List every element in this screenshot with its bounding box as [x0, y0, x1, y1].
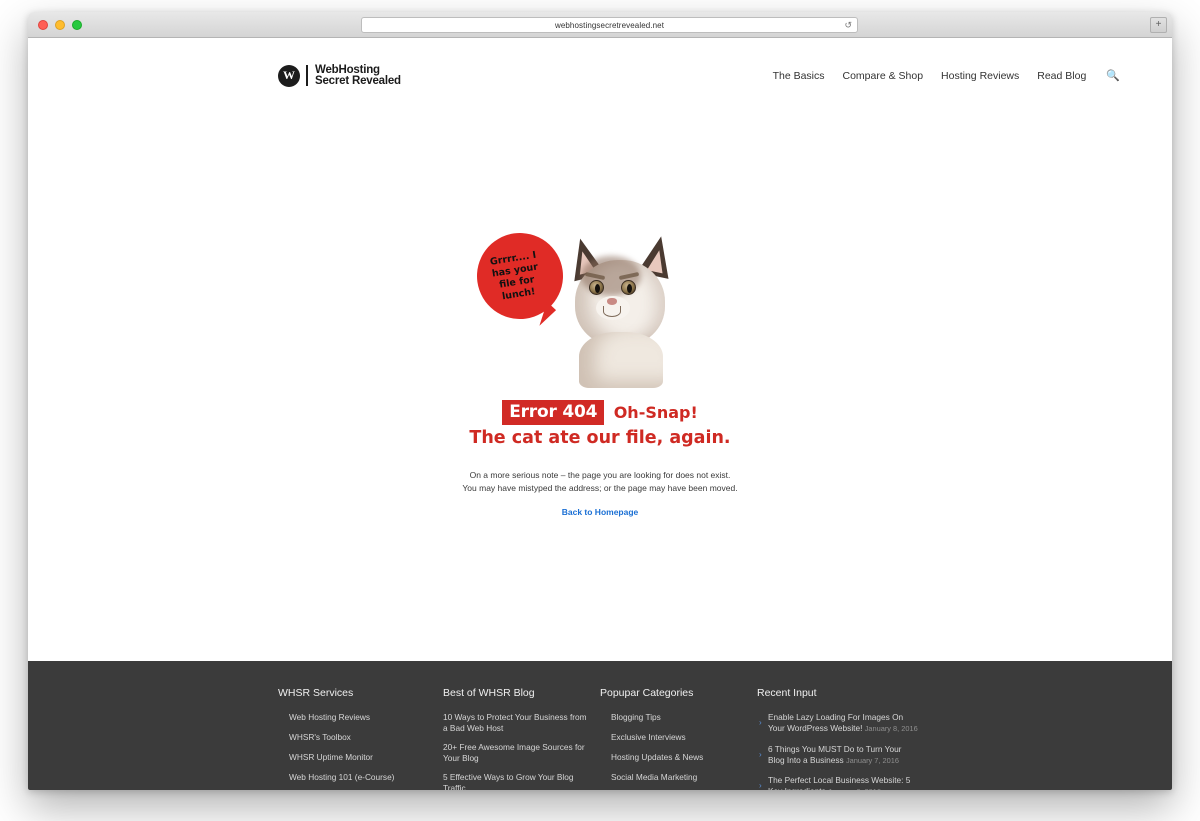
cat-mouth — [603, 306, 621, 317]
list-item: › Enable Lazy Loading For Images On Your… — [759, 712, 920, 735]
error-subtitle: The cat ate our file, again. — [469, 428, 731, 448]
reload-icon[interactable]: ↺ — [844, 20, 852, 31]
list-item: Web Hosting Reviews — [289, 712, 431, 723]
logo-divider — [306, 65, 308, 86]
footer-link-blogging-tips[interactable]: Blogging Tips — [611, 712, 745, 723]
cat-nose — [607, 298, 617, 305]
list-item: 10 Ways to Protect Your Business from a … — [443, 712, 588, 734]
error-title-row: Error 404 Oh-Snap! — [28, 400, 1172, 425]
footer-link-exclusive-interviews[interactable]: Exclusive Interviews — [611, 732, 745, 743]
nav-item-compare-shop[interactable]: Compare & Shop — [843, 70, 924, 82]
list-item: 20+ Free Awesome Image Sources for Your … — [443, 742, 588, 764]
footer-link-whsr-toolbox[interactable]: WHSR's Toolbox — [289, 732, 431, 743]
logo-mark-icon: W — [278, 64, 300, 87]
footer-list-popular-categories: Blogging Tips Exclusive Interviews Hosti… — [600, 712, 745, 790]
cat-graphic — [564, 233, 677, 388]
footer-link-web-hosting-101[interactable]: Web Hosting 101 (e-Course) — [289, 772, 431, 783]
error-hero-section: Grrrr.... I has your file for lunch! Err… — [28, 227, 1172, 661]
address-bar[interactable]: webhostingsecretrevealed.net ↺ — [361, 17, 858, 33]
nav-item-the-basics[interactable]: The Basics — [773, 70, 825, 82]
error-description: On a more serious note – the page you ar… — [28, 469, 1172, 495]
footer-column-recent-input: Recent Input › Enable Lazy Loading For I… — [757, 687, 932, 790]
footer-link-20-free-image-sources[interactable]: 20+ Free Awesome Image Sources for Your … — [443, 742, 588, 764]
list-item: Web Hosting 101 (e-Course) — [289, 772, 431, 783]
maximize-window-button[interactable] — [72, 20, 82, 30]
logo-line-2: Secret Revealed — [315, 74, 401, 87]
list-item: Exclusive Interviews — [611, 732, 745, 743]
footer-columns: WHSR Services Web Hosting Reviews WHSR's… — [278, 687, 948, 790]
error-description-line-2: You may have mistyped the address; or th… — [462, 483, 738, 493]
logo-text: WebHosting Secret Revealed — [315, 64, 401, 87]
browser-titlebar: webhostingsecretrevealed.net ↺ + — [28, 12, 1172, 38]
error-tagline: Oh-Snap! — [613, 403, 698, 422]
footer-link-5-effective-ways-traffic[interactable]: 5 Effective Ways to Grow Your Blog Traff… — [443, 772, 588, 790]
footer-link-whsr-uptime-monitor[interactable]: WHSR Uptime Monitor — [289, 752, 431, 763]
footer-column-popular-categories: Popupar Categories Blogging Tips Exclusi… — [600, 687, 757, 790]
site-footer: WHSR Services Web Hosting Reviews WHSR's… — [28, 661, 1172, 790]
cat-body — [579, 332, 663, 388]
window-controls — [38, 20, 82, 30]
browser-window: webhostingsecretrevealed.net ↺ + W WebHo… — [28, 12, 1172, 790]
nav-item-hosting-reviews[interactable]: Hosting Reviews — [941, 70, 1019, 82]
footer-link-web-hosting-reviews[interactable]: Web Hosting Reviews — [289, 712, 431, 723]
footer-column-best-of-blog: Best of WHSR Blog 10 Ways to Protect You… — [443, 687, 600, 790]
footer-heading-best-of-blog: Best of WHSR Blog — [443, 687, 535, 699]
footer-link-10-ways-protect-business[interactable]: 10 Ways to Protect Your Business from a … — [443, 712, 588, 734]
recent-post-date-1: January 8, 2016 — [864, 724, 918, 734]
back-to-homepage-link[interactable]: Back to Homepage — [28, 507, 1172, 517]
search-icon[interactable]: 🔍 — [1106, 69, 1120, 82]
close-window-button[interactable] — [38, 20, 48, 30]
list-item: › The Perfect Local Business Website: 5 … — [759, 775, 920, 790]
chevron-right-icon: › — [759, 781, 762, 790]
footer-column-whsr-services: WHSR Services Web Hosting Reviews WHSR's… — [278, 687, 443, 790]
list-item: Social Media Marketing — [611, 772, 745, 783]
list-item: › 6 Things You MUST Do to Turn Your Blog… — [759, 744, 920, 767]
minimize-window-button[interactable] — [55, 20, 65, 30]
footer-list-whsr-services: Web Hosting Reviews WHSR's Toolbox WHSR … — [278, 712, 431, 790]
speech-bubble-text: Grrrr.... I has your file for lunch! — [489, 249, 539, 303]
cat-eye-left — [589, 280, 604, 295]
list-item: 5 Effective Ways to Grow Your Blog Traff… — [443, 772, 588, 790]
error-code-badge: Error 404 — [502, 400, 605, 425]
footer-list-best-of-blog: 10 Ways to Protect Your Business from a … — [443, 712, 588, 790]
chevron-right-icon: › — [759, 749, 762, 759]
recent-post-date-3: January 6, 2016 — [828, 787, 881, 790]
footer-heading-recent-input: Recent Input — [757, 687, 817, 699]
main-navigation: The Basics Compare & Shop Hosting Review… — [773, 69, 1120, 83]
list-item: WHSR Uptime Monitor — [289, 752, 431, 763]
site-logo[interactable]: W WebHosting Secret Revealed — [278, 64, 401, 87]
page-viewport: W WebHosting Secret Revealed The Basics … — [28, 38, 1172, 790]
new-tab-button[interactable]: + — [1150, 17, 1167, 33]
site-header: W WebHosting Secret Revealed The Basics … — [28, 38, 1172, 113]
list-item: Blogging Tips — [611, 712, 745, 723]
recent-posts-list: › Enable Lazy Loading For Images On Your… — [757, 712, 920, 790]
list-item: WHSR's Toolbox — [289, 732, 431, 743]
cat-eye-right — [621, 280, 636, 295]
url-text: webhostingsecretrevealed.net — [554, 20, 665, 30]
footer-link-social-media-marketing[interactable]: Social Media Marketing — [611, 772, 745, 783]
chevron-right-icon: › — [759, 718, 762, 727]
footer-heading-popular-categories: Popupar Categories — [600, 687, 694, 699]
recent-post-date-2: January 7, 2016 — [845, 755, 899, 765]
list-item: Hosting Updates & News — [611, 752, 745, 763]
grumpy-cat-illustration: Grrrr.... I has your file for lunch! — [470, 227, 730, 388]
nav-item-read-blog[interactable]: Read Blog — [1037, 70, 1086, 82]
cat-pupil-right — [626, 284, 632, 293]
footer-heading-whsr-services: WHSR Services — [278, 687, 354, 699]
error-description-line-1: On a more serious note – the page you ar… — [469, 470, 731, 480]
footer-link-hosting-updates-news[interactable]: Hosting Updates & News — [611, 752, 745, 763]
cat-pupil-left — [594, 284, 600, 293]
